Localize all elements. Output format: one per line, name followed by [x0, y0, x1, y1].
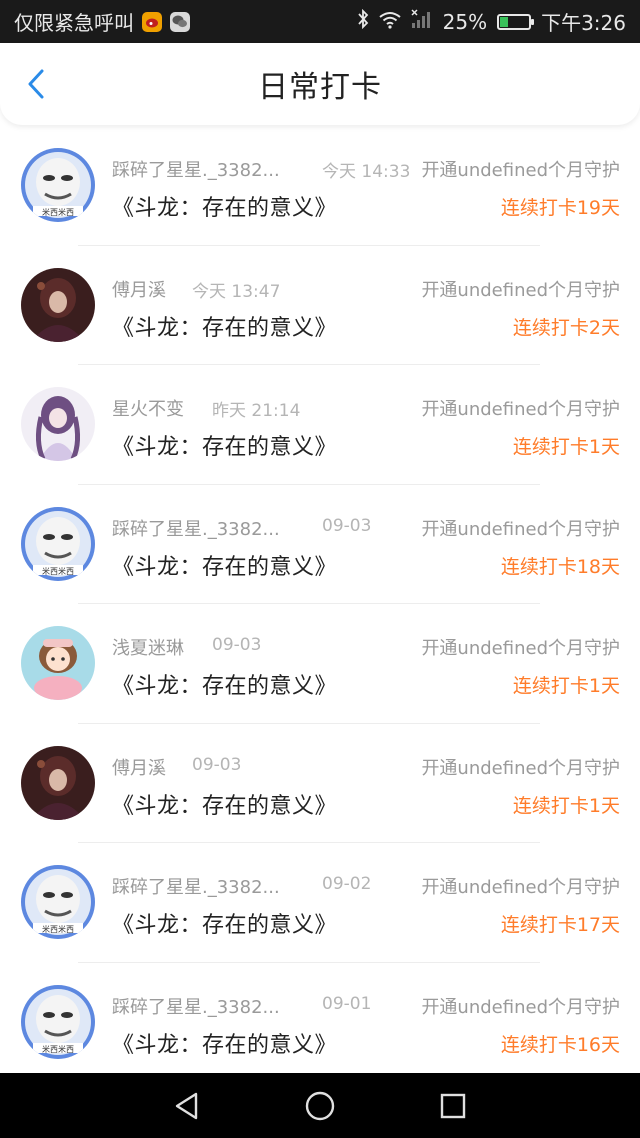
book-title: 《斗龙：存在的意义》 [112, 196, 338, 221]
user-name: 踩碎了星星._3382... [112, 877, 280, 898]
user-name: 傅月溪 [112, 279, 166, 301]
user-name: 踩碎了星星._3382... [112, 996, 280, 1018]
svg-text:米西米西: 米西米西 [42, 207, 74, 217]
streak-days: 连续打卡19天 [500, 197, 620, 219]
streak-days: 连续打卡17天 [500, 914, 620, 936]
avatar[interactable]: 米西米西 [21, 148, 95, 222]
streak-days: 连续打卡1天 [512, 675, 620, 697]
checkin-list-item[interactable]: 星火不变 昨天 21:14 开通undefined个月守护《斗龙：存在的意义》 连续打… [0, 365, 640, 485]
checkin-time: 09-02 [322, 874, 372, 894]
avatar[interactable]: 米西米西 [21, 506, 95, 581]
streak-days: 连续打卡1天 [512, 794, 620, 817]
user-name: 踩碎了星星._3382... [112, 518, 280, 540]
book-title: 《斗龙：存在的意义》 [112, 554, 338, 580]
user-name: 踩碎了星星._3382... [112, 160, 280, 181]
checkin-list-item[interactable]: 米西米西 踩碎了星星._3382... 09-01 开通undefined个月守护《斗… [0, 963, 640, 1082]
svg-text:米西米西: 米西米西 [42, 1044, 74, 1054]
checkin-list: 米西米西 踩碎了星星._3382... 今天 14:33 开通undefined个月守… [0, 126, 640, 1082]
book-title: 《斗龙：存在的意义》 [112, 674, 338, 699]
streak-days: 连续打卡18天 [500, 555, 620, 578]
system-nav-bar [0, 1073, 640, 1138]
triangle-back-icon [175, 1092, 197, 1119]
book-title: 《斗龙：存在的意义》 [112, 793, 338, 819]
book-title: 《斗龙：存在的意义》 [112, 913, 338, 938]
checkin-time: 09-03 [192, 754, 242, 775]
page-title: 日常打卡 [258, 70, 382, 105]
streak-days: 连续打卡1天 [512, 436, 620, 458]
nav-home-button[interactable] [300, 1086, 340, 1126]
avatar[interactable]: 米西米西 [21, 865, 95, 939]
emergency-call-text: 仅限紧急呼叫 [14, 11, 134, 35]
avatar[interactable] [21, 745, 95, 820]
page-header: 日常打卡 [0, 43, 640, 125]
book-title: 《斗龙：存在的意义》 [112, 435, 338, 460]
avatar[interactable] [21, 626, 95, 700]
guard-status-text: 开通undefined个月守护 [421, 514, 620, 541]
circle-home-icon [305, 1091, 335, 1120]
wechat-icon [170, 11, 190, 32]
guard-status-text: 开通undefined个月守护 [421, 156, 620, 182]
avatar[interactable] [21, 267, 95, 342]
user-name: 星火不变 [112, 399, 184, 420]
nav-recents-button[interactable] [433, 1086, 473, 1126]
checkin-time: 09-03 [212, 635, 262, 655]
battery-level [500, 16, 509, 27]
guard-status-text: 开通undefined个月守护 [421, 992, 620, 1019]
checkin-time: 今天 13:47 [192, 281, 281, 302]
wifi-icon [379, 10, 401, 34]
checkin-time: 今天 14:33 [322, 162, 411, 182]
svg-text:米西米西: 米西米西 [42, 924, 74, 934]
avatar[interactable] [21, 387, 95, 461]
checkin-time: 09-03 [322, 515, 372, 536]
battery-icon [497, 13, 535, 30]
guard-status-text: 开通undefined个月守护 [421, 634, 620, 660]
book-title: 《斗龙：存在的意义》 [112, 1032, 338, 1058]
status-bar: 仅限紧急呼叫 25% 下午3:26 [0, 0, 640, 43]
streak-days: 连续打卡2天 [512, 316, 620, 339]
book-title: 《斗龙：存在的意义》 [112, 315, 338, 341]
guard-status-text: 开通undefined个月守护 [421, 753, 620, 780]
checkin-list-item[interactable]: 傅月溪 今天 13:47 开通undefined个月守护《斗龙：存在的意义》 连续打卡… [0, 246, 640, 365]
back-button[interactable] [18, 65, 54, 103]
checkin-list-item[interactable]: 傅月溪 09-03 开通undefined个月守护《斗龙：存在的意义》 连续打卡1天 [0, 724, 640, 843]
svg-text:米西米西: 米西米西 [42, 566, 74, 576]
nav-back-button[interactable] [167, 1086, 207, 1126]
user-name: 傅月溪 [112, 757, 166, 779]
chevron-left-icon [28, 69, 44, 99]
checkin-list-item[interactable]: 米西米西 踩碎了星星._3382... 09-02 开通undefined个月守护《斗… [0, 843, 640, 963]
clock-time: 下午3:26 [541, 11, 626, 35]
battery-percent: 25% [442, 9, 488, 34]
weibo-icon [142, 11, 162, 32]
guard-status-text: 开通undefined个月守护 [421, 395, 620, 421]
streak-days: 连续打卡16天 [500, 1033, 620, 1056]
checkin-time: 09-01 [322, 993, 372, 1014]
checkin-list-item[interactable]: 米西米西 踩碎了星星._3382... 今天 14:33 开通undefined个月守… [0, 126, 640, 246]
guard-status-text: 开通undefined个月守护 [421, 275, 620, 302]
signal-icon [411, 9, 433, 34]
guard-status-text: 开通undefined个月守护 [421, 873, 620, 899]
checkin-list-item[interactable]: 米西米西 踩碎了星星._3382... 09-03 开通undefined个月守护《斗… [0, 485, 640, 604]
bluetooth-icon [357, 8, 369, 34]
avatar[interactable]: 米西米西 [21, 984, 95, 1059]
checkin-time: 昨天 21:14 [212, 401, 301, 421]
user-name: 浅夏迷琳 [112, 638, 184, 659]
checkin-list-item[interactable]: 浅夏迷琳 09-03 开通undefined个月守护《斗龙：存在的意义》 连续打卡1天 [0, 604, 640, 724]
square-recents-icon [441, 1093, 466, 1118]
